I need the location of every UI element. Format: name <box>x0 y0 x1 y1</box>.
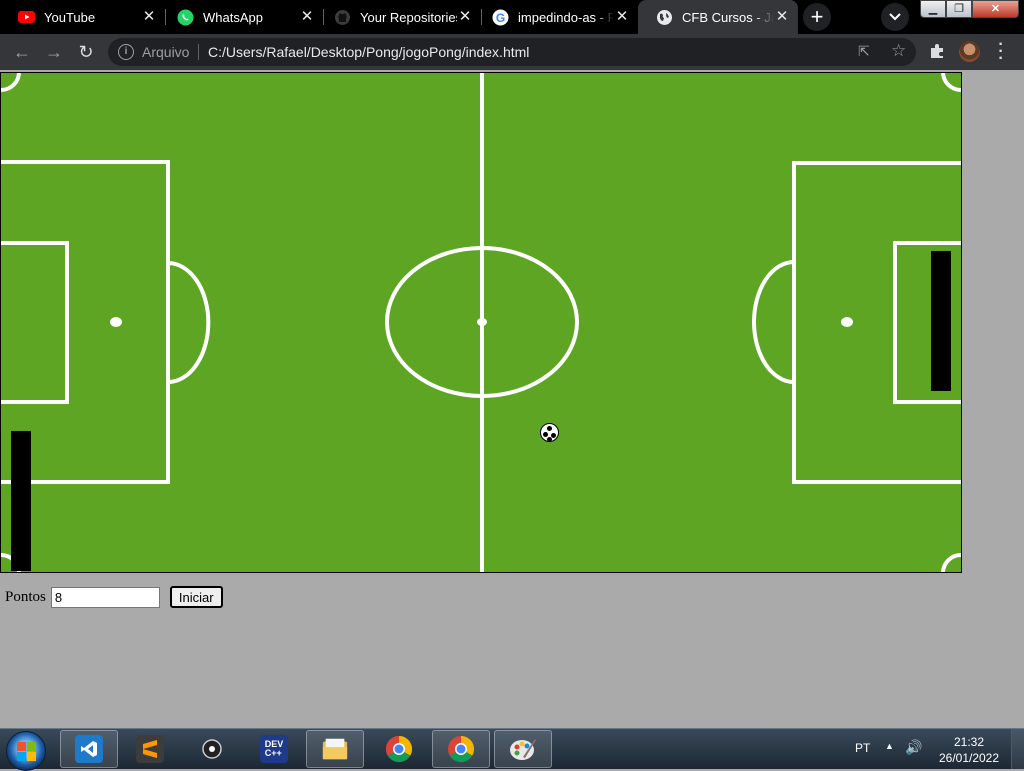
sublime-icon <box>136 735 164 763</box>
globe-icon <box>656 9 673 26</box>
start-button[interactable] <box>6 731 46 771</box>
security-label: Arquivo <box>142 44 190 60</box>
taskbar-vscode[interactable] <box>60 730 118 768</box>
clock-time: 21:32 <box>953 735 985 749</box>
start-button[interactable]: Iniciar <box>169 586 223 608</box>
center-spot <box>477 318 487 326</box>
close-window-button[interactable]: ✕ <box>972 0 1019 18</box>
show-hidden-icons-icon[interactable]: ▲ <box>885 741 894 751</box>
google-icon: G <box>492 9 509 26</box>
tab-strip: YouTube ✕ WhatsApp ✕ Your Repositories ✕… <box>0 0 1024 34</box>
right-paddle <box>931 251 951 391</box>
address-bar[interactable]: i Arquivo C:/Users/Rafael/Desktop/Pong/j… <box>108 38 916 66</box>
omnibox-divider <box>198 44 199 60</box>
score-label: Pontos <box>5 588 46 605</box>
left-goal-area <box>1 241 69 404</box>
paint-icon <box>509 735 537 763</box>
minimize-button[interactable]: ▁ <box>920 0 946 18</box>
forward-icon[interactable]: → <box>43 41 65 63</box>
extensions-icon[interactable] <box>928 42 946 60</box>
left-paddle <box>11 431 31 571</box>
game-controls: Pontos Iniciar <box>5 586 223 608</box>
close-tab-icon[interactable]: ✕ <box>457 9 473 25</box>
page-content: Pontos Iniciar <box>0 70 1024 728</box>
soccer-field-canvas[interactable] <box>0 72 962 573</box>
language-indicator[interactable]: PT <box>855 741 870 755</box>
tab-search-button[interactable] <box>881 3 909 31</box>
right-penalty-arc <box>752 260 795 384</box>
taskbar-obs[interactable] <box>183 730 241 768</box>
tab-your-repositories[interactable]: Your Repositories ✕ <box>316 0 481 34</box>
vscode-icon <box>75 735 103 763</box>
field-markings <box>1 73 961 572</box>
corner-arc-top-right <box>941 73 961 93</box>
tab-title: WhatsApp <box>203 9 263 25</box>
tab-impedindo-as[interactable]: G impedindo-as - P ✕ <box>474 0 638 34</box>
show-desktop-button[interactable] <box>1011 729 1024 769</box>
taskbar: DEV C++ PT ▲ 🔊 21:32 26/01/2022 <box>0 728 1024 771</box>
profile-avatar[interactable] <box>959 41 980 62</box>
tab-youtube[interactable]: YouTube ✕ <box>0 0 165 34</box>
devcpp-icon: DEV C++ <box>260 735 288 763</box>
tab-title: YouTube <box>44 9 96 25</box>
tab-whatsapp[interactable]: WhatsApp ✕ <box>159 0 323 34</box>
tab-cfb-cursos[interactable]: CFB Cursos - Java ✕ <box>638 0 798 34</box>
menu-dots-icon[interactable]: · · · <box>996 37 1006 67</box>
tab-title: CFB Cursos - Java <box>682 9 774 25</box>
taskbar-chrome-1[interactable] <box>370 730 428 768</box>
corner-arc-top-left <box>1 73 21 93</box>
obs-icon <box>198 735 226 763</box>
new-tab-button[interactable]: + <box>803 3 831 31</box>
back-icon[interactable]: ← <box>11 41 33 63</box>
soccer-ball <box>540 423 559 442</box>
left-penalty-spot <box>110 317 122 327</box>
share-icon[interactable]: ⇱ <box>858 43 870 60</box>
close-tab-icon[interactable]: ✕ <box>141 9 157 25</box>
svg-text:G: G <box>496 11 505 25</box>
close-tab-icon[interactable]: ✕ <box>299 9 315 25</box>
tab-title: Your Repositories <box>360 9 457 25</box>
chevron-down-icon <box>889 13 901 21</box>
window-controls: ▁ ❐ ✕ <box>920 0 1019 18</box>
info-icon[interactable]: i <box>118 44 134 60</box>
youtube-icon <box>18 9 35 26</box>
close-tab-icon[interactable]: ✕ <box>774 9 790 25</box>
left-penalty-arc <box>167 261 211 384</box>
score-input[interactable] <box>50 586 160 608</box>
github-icon <box>334 9 351 26</box>
taskbar-chrome-2[interactable] <box>432 730 490 768</box>
clock[interactable]: 21:32 26/01/2022 <box>936 734 1002 766</box>
bookmark-star-icon[interactable]: ☆ <box>891 41 906 61</box>
browser-toolbar: ← → ↻ i Arquivo C:/Users/Rafael/Desktop/… <box>0 34 1024 70</box>
chrome-icon <box>447 735 475 763</box>
tab-title: impedindo-as - P <box>518 9 614 25</box>
taskbar-devcpp[interactable]: DEV C++ <box>245 730 303 768</box>
maximize-button[interactable]: ❐ <box>946 0 972 18</box>
windows-logo-icon <box>17 742 26 751</box>
taskbar-sublime[interactable] <box>121 730 179 768</box>
taskbar-explorer[interactable] <box>306 730 364 768</box>
whatsapp-icon <box>177 9 194 26</box>
explorer-icon <box>321 735 349 763</box>
right-goal-area <box>893 241 961 404</box>
reload-icon[interactable]: ↻ <box>75 41 97 63</box>
chrome-icon <box>385 735 413 763</box>
volume-icon[interactable]: 🔊 <box>905 739 922 756</box>
right-penalty-spot <box>841 317 853 327</box>
close-tab-icon[interactable]: ✕ <box>614 9 630 25</box>
url-text[interactable]: C:/Users/Rafael/Desktop/Pong/jogoPong/in… <box>208 44 529 60</box>
corner-arc-bottom-right <box>941 552 961 572</box>
clock-date: 26/01/2022 <box>938 751 1000 765</box>
taskbar-paint[interactable] <box>494 730 552 768</box>
